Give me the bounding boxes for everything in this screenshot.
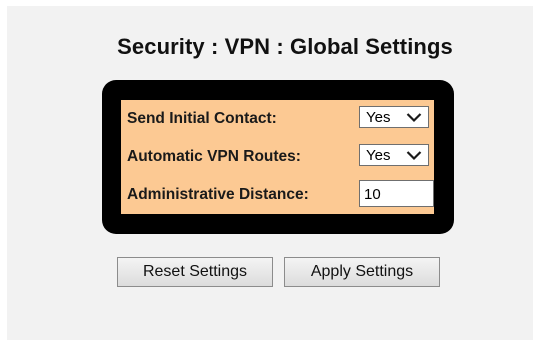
settings-frame: Send Initial Contact: Yes Automatic VPN … [102, 80, 454, 234]
administrative-distance-label: Administrative Distance: [127, 186, 309, 203]
send-initial-contact-label: Send Initial Contact: [127, 110, 277, 127]
automatic-vpn-routes-label: Automatic VPN Routes: [127, 148, 301, 165]
administrative-distance-input[interactable]: 10 [359, 180, 434, 207]
settings-panel: Send Initial Contact: Yes Automatic VPN … [121, 100, 434, 214]
chevron-down-icon [406, 151, 422, 161]
send-initial-contact-value: Yes [366, 109, 391, 126]
chevron-down-icon [406, 113, 422, 123]
administrative-distance-value: 10 [364, 186, 381, 203]
setting-row-administrative-distance: Administrative Distance: 10 [121, 176, 434, 214]
send-initial-contact-select[interactable]: Yes [359, 106, 429, 128]
page-background: Security : VPN : Global Settings Send In… [7, 6, 533, 340]
automatic-vpn-routes-select[interactable]: Yes [359, 144, 429, 166]
apply-settings-button[interactable]: Apply Settings [284, 257, 440, 287]
setting-row-send-initial-contact: Send Initial Contact: Yes [121, 100, 434, 138]
page-title: Security : VPN : Global Settings [117, 34, 453, 59]
reset-settings-button[interactable]: Reset Settings [117, 257, 273, 287]
automatic-vpn-routes-value: Yes [366, 147, 391, 164]
setting-row-automatic-vpn-routes: Automatic VPN Routes: Yes [121, 138, 434, 176]
